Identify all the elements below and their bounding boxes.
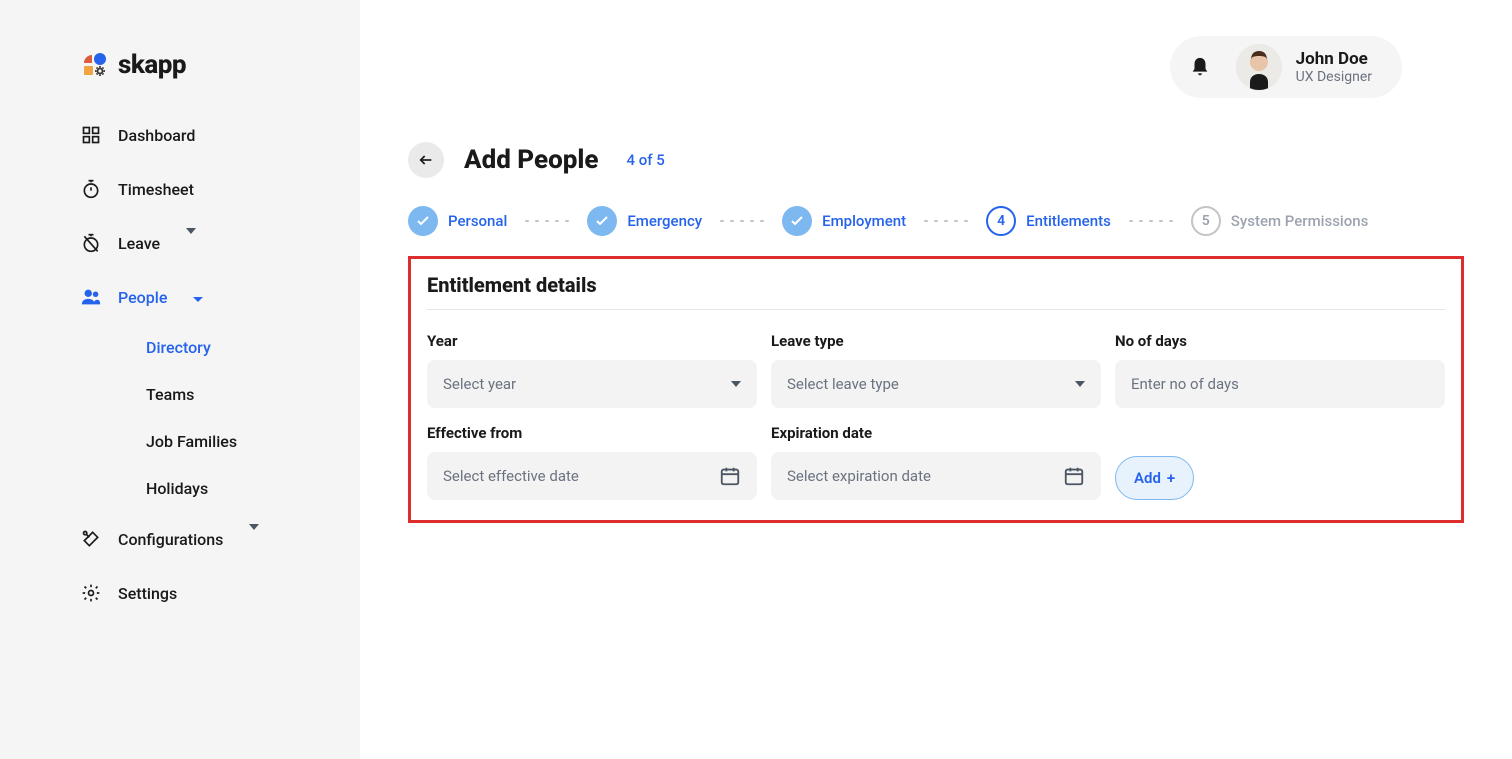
user-role: UX Designer	[1296, 69, 1372, 85]
add-button-cell: Add +	[1115, 456, 1445, 500]
stopwatch-icon	[80, 178, 102, 200]
sidebar-item-timesheet[interactable]: Timesheet	[80, 164, 360, 214]
field-label: Expiration date	[771, 424, 1101, 442]
sidebar-item-leave[interactable]: Leave	[80, 218, 360, 268]
avatar	[1236, 44, 1282, 90]
field-no-of-days: No of days	[1115, 332, 1445, 408]
sidebar-item-label: Configurations	[118, 530, 223, 549]
sidebar-item-label: Dashboard	[118, 126, 195, 145]
leave-type-select[interactable]: Select leave type	[771, 360, 1101, 408]
step-connector	[914, 220, 978, 222]
step-label: Personal	[448, 212, 507, 230]
select-placeholder: Select year	[443, 375, 516, 393]
step-connector	[515, 220, 579, 222]
step-label: System Permissions	[1231, 212, 1369, 230]
chevron-down-icon	[186, 234, 196, 253]
field-label: Effective from	[427, 424, 757, 442]
calendar-icon	[719, 465, 741, 487]
main-content: John Doe UX Designer Add People 4 of 5 P…	[360, 0, 1512, 759]
step-label: Employment	[822, 212, 906, 230]
sidebar-item-configurations[interactable]: Configurations	[80, 514, 360, 564]
people-icon	[80, 286, 102, 308]
user-profile-pill[interactable]: John Doe UX Designer	[1170, 36, 1402, 98]
step-emergency[interactable]: Emergency	[587, 206, 702, 236]
logo[interactable]: skapp	[0, 50, 360, 110]
sidebar-subitem-label: Teams	[146, 385, 194, 404]
expiration-date-datepicker[interactable]: Select expiration date	[771, 452, 1101, 500]
calendar-icon	[1063, 465, 1085, 487]
field-label: Leave type	[771, 332, 1101, 350]
effective-from-datepicker[interactable]: Select effective date	[427, 452, 757, 500]
field-effective-from: Effective from Select effective date	[427, 424, 757, 500]
dashboard-icon	[80, 124, 102, 146]
user-name: John Doe	[1296, 49, 1372, 69]
add-button[interactable]: Add +	[1115, 456, 1194, 500]
step-system-permissions[interactable]: 5 System Permissions	[1191, 206, 1369, 236]
check-icon	[587, 206, 617, 236]
user-info: John Doe UX Designer	[1296, 49, 1372, 85]
gear-icon	[80, 582, 102, 604]
sidebar-item-label: Leave	[118, 234, 160, 253]
entitlement-details-panel: Entitlement details Year Select year Lea…	[408, 256, 1464, 523]
check-icon	[782, 206, 812, 236]
tools-icon	[80, 528, 102, 550]
sidebar-item-people[interactable]: People	[80, 272, 360, 322]
sidebar-subitem-directory[interactable]: Directory	[80, 326, 360, 369]
chevron-down-icon	[193, 288, 203, 307]
field-label: No of days	[1115, 332, 1445, 350]
step-label: Entitlements	[1026, 212, 1111, 230]
nav: Dashboard Timesheet Leave	[0, 110, 360, 618]
sidebar-subitem-label: Directory	[146, 338, 211, 357]
timer-off-icon	[80, 232, 102, 254]
sidebar-subitem-holidays[interactable]: Holidays	[80, 467, 360, 510]
check-icon	[408, 206, 438, 236]
step-number: 4	[986, 206, 1016, 236]
plus-icon: +	[1167, 469, 1175, 487]
select-placeholder: Select leave type	[787, 375, 899, 393]
date-placeholder: Select effective date	[443, 467, 579, 485]
chevron-down-icon	[731, 381, 741, 387]
step-number: 5	[1191, 206, 1221, 236]
year-select[interactable]: Select year	[427, 360, 757, 408]
bell-icon[interactable]	[1178, 45, 1222, 89]
field-year: Year Select year	[427, 332, 757, 408]
chevron-down-icon	[1075, 381, 1085, 387]
sidebar-subitem-label: Job Families	[146, 432, 237, 451]
step-connector	[710, 220, 774, 222]
step-entitlements[interactable]: 4 Entitlements	[986, 206, 1111, 236]
field-label: Year	[427, 332, 757, 350]
field-expiration-date: Expiration date Select expiration date	[771, 424, 1101, 500]
stepper: Personal Emergency Employment 4 Entitlem…	[408, 206, 1464, 236]
back-button[interactable]	[408, 142, 444, 178]
logo-text: skapp	[118, 50, 186, 80]
step-employment[interactable]: Employment	[782, 206, 906, 236]
date-placeholder: Select expiration date	[787, 467, 931, 485]
field-leave-type: Leave type Select leave type	[771, 332, 1101, 408]
step-connector	[1119, 220, 1183, 222]
logo-icon	[80, 51, 108, 79]
no-of-days-input-wrapper	[1115, 360, 1445, 408]
no-of-days-input[interactable]	[1131, 375, 1429, 393]
page-title: Add People	[464, 145, 599, 175]
sidebar-item-label: People	[118, 288, 167, 307]
sidebar-item-dashboard[interactable]: Dashboard	[80, 110, 360, 160]
sidebar-item-label: Timesheet	[118, 180, 194, 199]
chevron-down-icon	[249, 530, 259, 549]
sidebar-subitem-label: Holidays	[146, 479, 208, 498]
step-label: Emergency	[627, 212, 702, 230]
sidebar-subitem-job-families[interactable]: Job Families	[80, 420, 360, 463]
sidebar: skapp Dashboard Timesheet	[0, 0, 360, 759]
arrow-left-icon	[418, 152, 434, 168]
sidebar-item-label: Settings	[118, 584, 177, 603]
step-indicator: 4 of 5	[627, 151, 665, 169]
sidebar-item-settings[interactable]: Settings	[80, 568, 360, 618]
page-header: Add People 4 of 5	[408, 142, 1464, 178]
add-button-label: Add	[1134, 469, 1161, 487]
sidebar-subitem-teams[interactable]: Teams	[80, 373, 360, 416]
step-personal[interactable]: Personal	[408, 206, 507, 236]
panel-title: Entitlement details	[427, 273, 1445, 310]
